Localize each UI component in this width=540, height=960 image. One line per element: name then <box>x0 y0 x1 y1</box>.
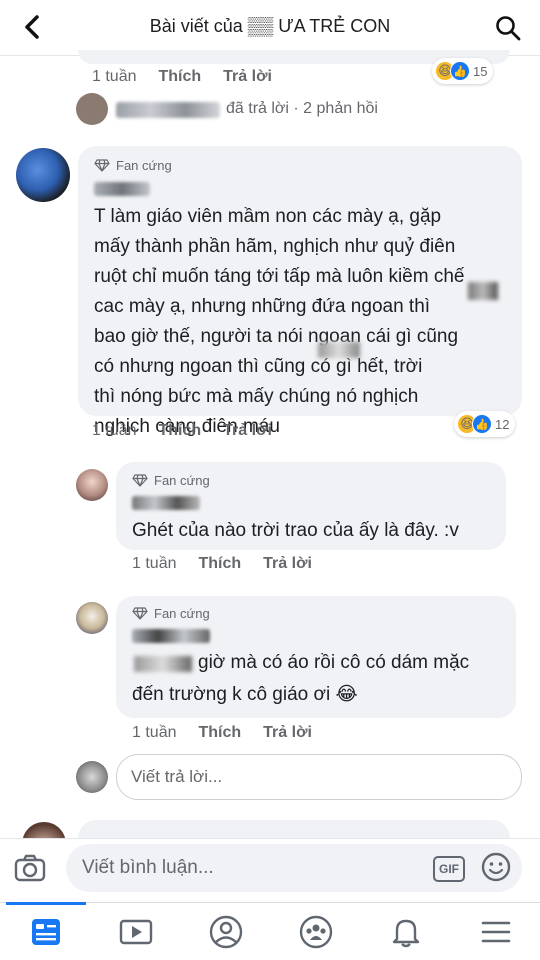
reaction-count: 12 <box>495 416 510 432</box>
emoji-icon[interactable] <box>480 851 512 883</box>
bottom-tab-bar <box>0 902 540 960</box>
reaction-summary[interactable]: 😆 👍 15 <box>432 58 494 84</box>
reply-text: đến trường k cô giáo ơi 😂 <box>132 684 358 705</box>
like-reaction-icon: 👍 <box>472 414 492 434</box>
like-button[interactable]: Thích <box>198 555 241 572</box>
redacted-word <box>318 342 360 358</box>
diamond-icon <box>132 474 148 487</box>
redacted-name <box>132 496 200 510</box>
reaction-summary[interactable]: 😆 👍 12 <box>454 411 516 437</box>
reaction-count: 15 <box>473 63 488 79</box>
gif-icon[interactable]: GIF <box>433 856 465 882</box>
comment-time: 1 tuần <box>92 422 137 439</box>
avatar[interactable] <box>16 148 70 202</box>
redacted-word <box>468 282 498 300</box>
replied-notice[interactable]: đã trả lời · 2 phản hồi <box>226 100 378 118</box>
comment-time: 1 tuần <box>132 555 177 572</box>
fan-badge: Fan cứng <box>132 473 210 488</box>
reply-text: Ghét của nào trời trao của ấy là đây. :v <box>132 520 459 541</box>
redacted-name <box>94 182 150 196</box>
reply-button[interactable]: Trả lời <box>263 724 312 741</box>
back-arrow-icon[interactable] <box>18 12 48 42</box>
reply-button[interactable]: Trả lời <box>223 422 272 439</box>
avatar[interactable] <box>76 469 108 501</box>
like-button[interactable]: Thích <box>158 422 201 439</box>
search-icon[interactable] <box>494 14 522 42</box>
comment-time: 1 tuần <box>92 68 137 85</box>
like-reaction-icon: 👍 <box>450 61 470 81</box>
groups-icon[interactable] <box>296 910 336 954</box>
redacted-word <box>134 656 192 672</box>
diamond-icon <box>94 159 110 172</box>
news-feed-icon[interactable] <box>26 910 66 954</box>
avatar[interactable] <box>76 602 108 634</box>
diamond-icon <box>132 607 148 620</box>
redacted-name <box>116 102 220 118</box>
avatar <box>76 761 108 793</box>
fan-badge: Fan cứng <box>94 158 172 173</box>
menu-icon[interactable] <box>476 910 516 954</box>
reply-input[interactable]: Viết trả lời... <box>116 754 522 800</box>
camera-icon[interactable] <box>14 852 46 884</box>
comment-time: 1 tuần <box>132 724 177 741</box>
profile-icon[interactable] <box>206 910 246 954</box>
reply-actions: 1 tuần Thích Trả lời <box>132 555 334 573</box>
redacted-name <box>132 629 210 643</box>
watch-icon[interactable] <box>116 910 156 954</box>
reply-actions: 1 tuần Thích Trả lời <box>132 724 334 742</box>
notifications-icon[interactable] <box>386 910 426 954</box>
reply-button[interactable]: Trả lời <box>263 555 312 572</box>
comment-text: T làm giáo viên mầm non các mày ạ, gặp m… <box>94 206 465 437</box>
like-button[interactable]: Thích <box>158 68 201 85</box>
fan-badge: Fan cứng <box>132 606 210 621</box>
active-tab-indicator <box>6 902 86 905</box>
reply-button[interactable]: Trả lời <box>223 68 272 85</box>
avatar[interactable] <box>76 93 108 125</box>
page-title: Bài viết của ▒▒ ƯA TRẺ CON <box>149 16 391 36</box>
like-button[interactable]: Thích <box>198 724 241 741</box>
previous-comment-actions: 1 tuần Thích Trả lời <box>92 68 294 86</box>
reply-text: giờ mà có áo rồi cô có dám mặc <box>198 652 470 673</box>
comment-actions: 1 tuần Thích Trả lời <box>92 422 294 440</box>
